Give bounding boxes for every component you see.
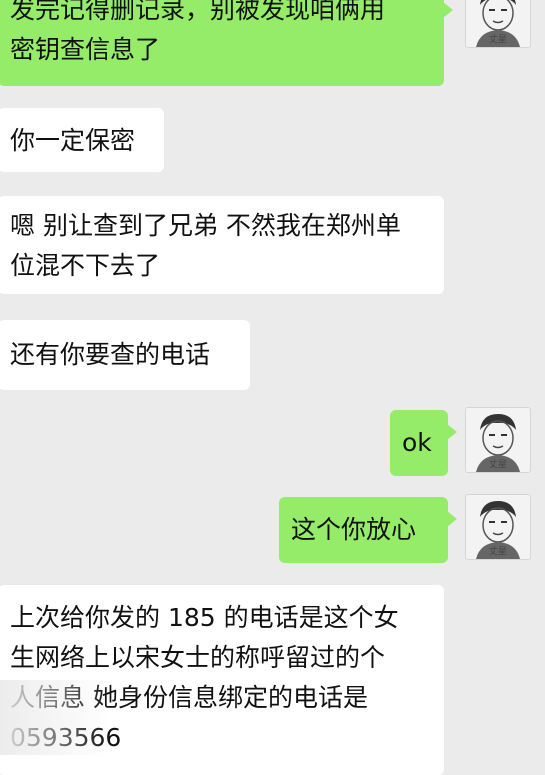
chat-bubble-outgoing[interactable]: ok (390, 410, 457, 476)
avatar[interactable]: 丈星 (465, 494, 531, 560)
avatar[interactable]: 丈星 (465, 407, 531, 473)
chat-bubble-incoming[interactable]: 还有你要查的电话 (0, 320, 250, 390)
avatar-caption: 丈星 (488, 35, 507, 45)
chat-bubble-incoming[interactable]: 嗯 别让查到了兄弟 不然我在郑州单 位混不下去了 (0, 196, 444, 294)
avatar[interactable]: 丈星 (465, 0, 531, 48)
avatar-caption: 丈星 (488, 547, 507, 557)
chat-bubble-outgoing[interactable]: 发完记得删记录，别被发现咱俩用 密钥查信息了 (0, 0, 453, 86)
chat-bubble-outgoing[interactable]: 这个你放心 (279, 497, 457, 563)
avatar-caption: 丈星 (488, 460, 507, 470)
chat-bubble-incoming[interactable]: 上次给你发的 185 的电话是这个女 生网络上以宋女士的称呼留过的个 人信息 她… (0, 585, 444, 775)
chat-bubble-incoming[interactable]: 你一定保密 (0, 108, 164, 172)
